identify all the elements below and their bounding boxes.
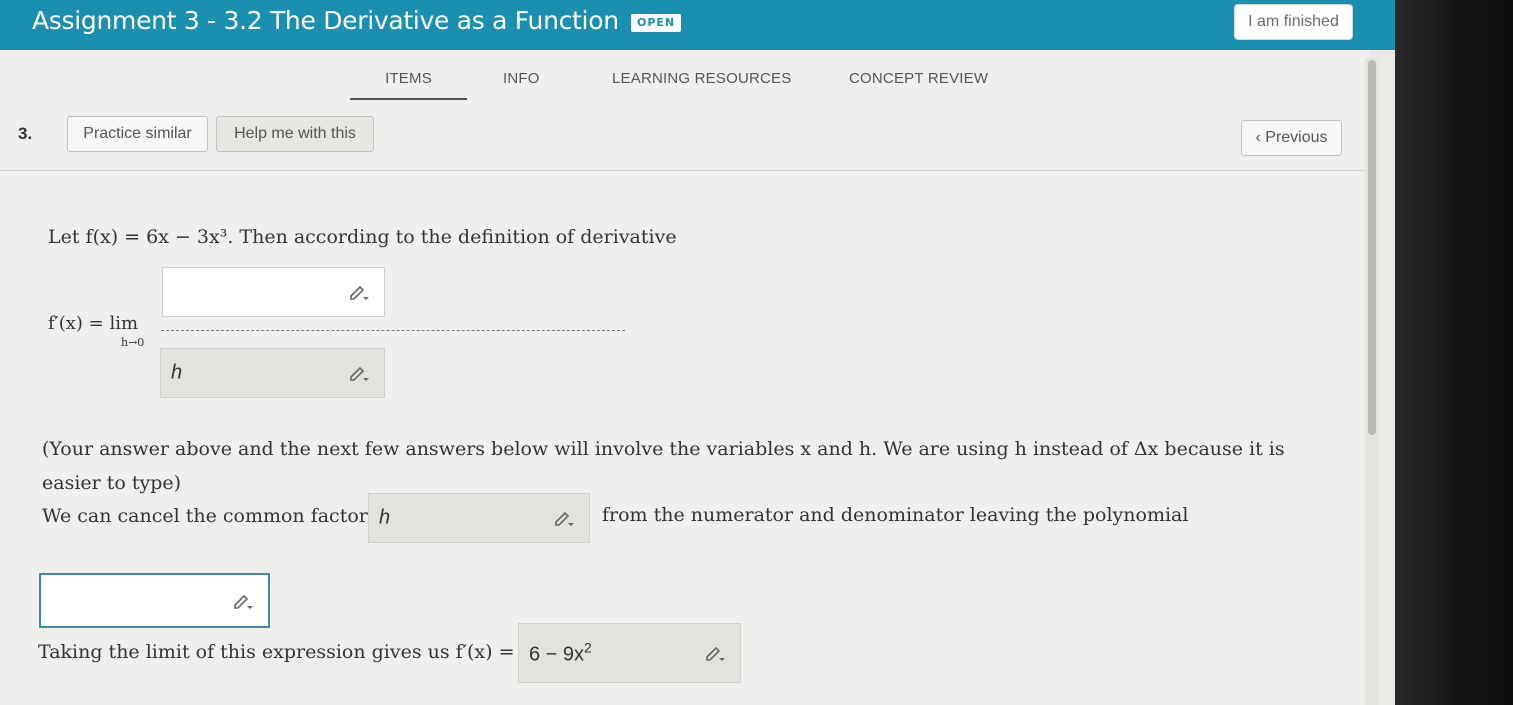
cancel-text-after: from the numerator and denominator leavi…	[602, 504, 1189, 526]
pencil-dropdown-icon[interactable]	[553, 509, 575, 527]
pencil-dropdown-icon[interactable]	[704, 644, 726, 662]
common-factor-input[interactable]: h	[368, 493, 590, 543]
derivative-limit-label: f′(x) = lim	[48, 313, 139, 334]
monitor-bezel	[1395, 0, 1513, 705]
help-me-button[interactable]: Help me with this	[216, 116, 374, 152]
tab-info[interactable]: INFO	[503, 70, 540, 100]
result-base: 6 − 9x	[529, 643, 585, 666]
denominator-value: h	[171, 361, 183, 384]
cancel-text-before: We can cancel the common factor	[42, 505, 368, 527]
tab-items[interactable]: ITEMS	[350, 70, 467, 100]
divider	[0, 170, 1365, 171]
fraction-bar	[161, 330, 625, 331]
limit-result-text: Taking the limit of this expression give…	[38, 641, 515, 663]
derivative-result-value: 6 − 9x2	[529, 640, 592, 667]
assignment-header: Assignment 3 - 3.2 The Derivative as a F…	[0, 0, 1395, 50]
limit-subscript: h→0	[121, 336, 145, 349]
pencil-dropdown-icon[interactable]	[348, 283, 370, 301]
chevron-left-icon: ‹	[1255, 129, 1261, 146]
pencil-dropdown-icon[interactable]	[348, 364, 370, 382]
denominator-input[interactable]: h	[160, 348, 385, 398]
derivative-result-input[interactable]: 6 − 9x2	[518, 623, 741, 683]
assignment-title: Assignment 3 - 3.2 The Derivative as a F…	[32, 6, 619, 35]
question-number: 3.	[18, 124, 33, 143]
browser-screen: Assignment 3 - 3.2 The Derivative as a F…	[0, 0, 1395, 705]
polynomial-input[interactable]	[39, 573, 270, 628]
previous-label: Previous	[1265, 129, 1328, 146]
variables-note: (Your answer above and the next few answ…	[42, 438, 1285, 494]
question-intro: Let f(x) = 6x − 3x³. Then according to t…	[48, 226, 677, 248]
tab-concept-review[interactable]: CONCEPT REVIEW	[849, 70, 988, 100]
previous-button[interactable]: ‹ Previous	[1241, 120, 1342, 156]
scrollbar-thumb[interactable]	[1368, 60, 1376, 435]
practice-similar-button[interactable]: Practice similar	[67, 116, 208, 152]
result-exponent: 2	[584, 639, 592, 656]
numerator-input[interactable]	[162, 267, 385, 317]
tab-learning-resources[interactable]: LEARNING RESOURCES	[612, 70, 791, 100]
common-factor-value: h	[379, 506, 391, 529]
pencil-dropdown-icon[interactable]	[232, 592, 254, 610]
finish-button[interactable]: I am finished	[1234, 4, 1353, 40]
status-badge: OPEN	[630, 13, 683, 33]
